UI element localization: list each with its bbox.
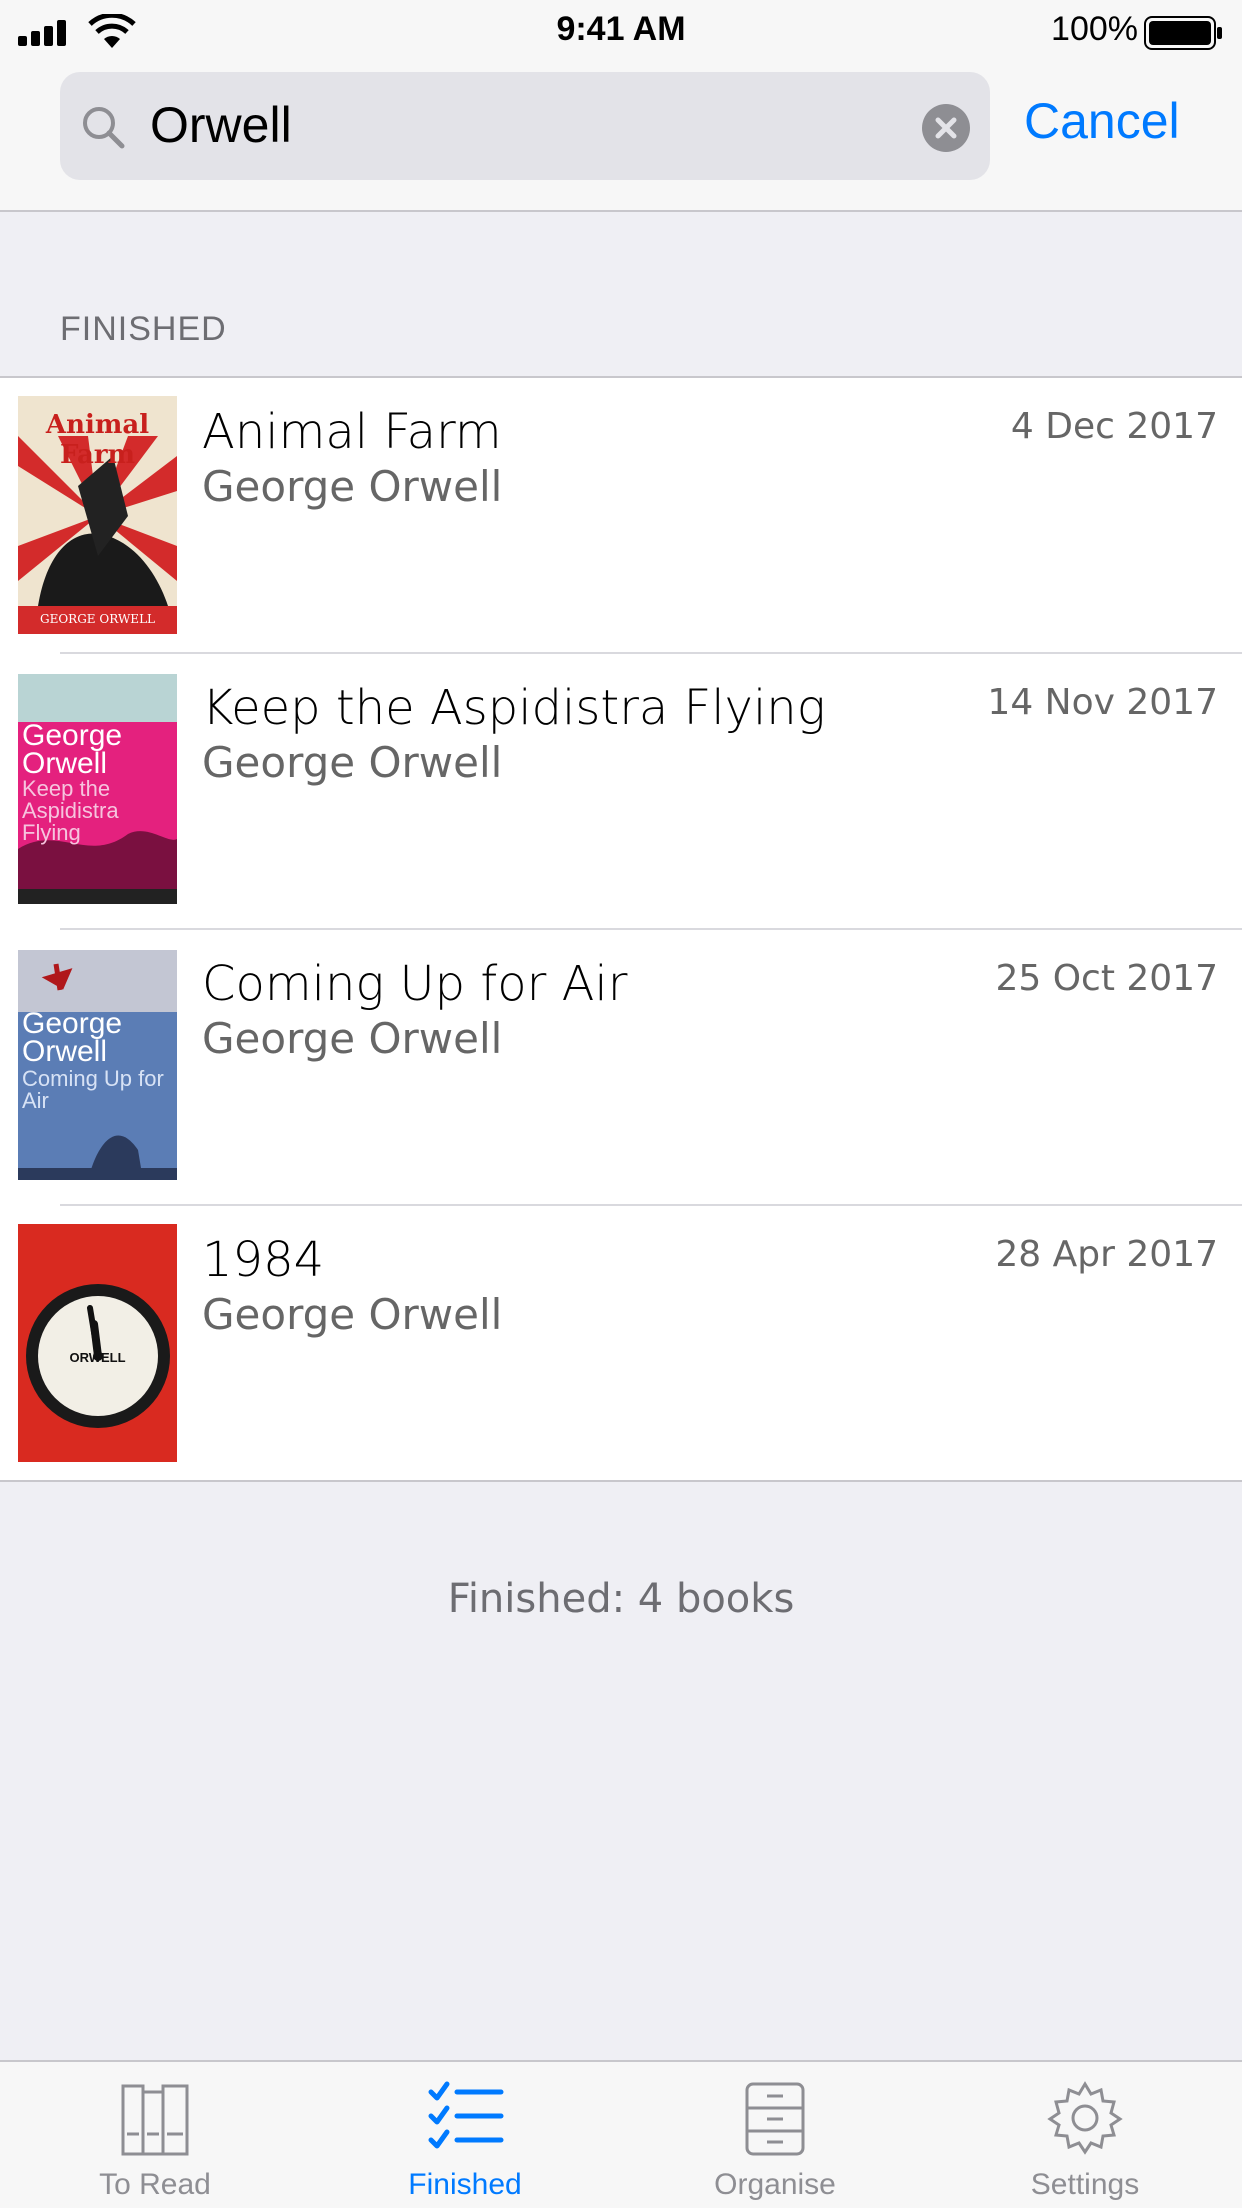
gear-icon [1047, 2081, 1123, 2155]
cancel-button[interactable]: Cancel [1024, 92, 1180, 150]
cover-subtitle: Keep the Aspidistra Flying [22, 776, 119, 845]
section-header: FINISHED [60, 310, 227, 348]
clear-search-button[interactable] [922, 104, 970, 152]
tab-bar: To Read Finished Organise Settings [0, 2060, 1242, 2208]
book-cover: Animal Farm GEORGE ORWELL [18, 396, 177, 634]
book-row[interactable]: Animal Farm GEORGE ORWELL Animal Farm Ge… [0, 378, 1242, 654]
close-icon [935, 117, 957, 139]
book-cover: George Orwell Coming Up for Air [18, 950, 177, 1180]
cover-title: ORWELL [69, 1350, 126, 1365]
battery-percent: 100% [1051, 10, 1138, 48]
cover-author: GEORGE ORWELL [39, 612, 156, 626]
tab-label: Organise [714, 2168, 836, 2201]
cover-title: George Orwell [22, 1007, 123, 1068]
tab-settings[interactable]: Settings [930, 2062, 1240, 2208]
cover-subtitle: Coming Up for Air [22, 1066, 164, 1113]
status-bar: 9:41 AM 100% [0, 0, 1242, 62]
search-icon [83, 107, 125, 149]
book-title: 1984 [202, 1232, 325, 1288]
book-cover: ORWELL [18, 1224, 177, 1462]
tab-label: Settings [1030, 2168, 1140, 2201]
tab-organise[interactable]: Organise [620, 2062, 930, 2208]
book-author: George Orwell [202, 462, 503, 511]
tab-label: To Read [99, 2168, 211, 2201]
cover-title: Animal Farm [45, 410, 150, 470]
book-title: Coming Up for Air [202, 956, 628, 1012]
tab-to-read[interactable]: To Read [0, 2062, 310, 2208]
book-date: 4 Dec 2017 [1010, 406, 1218, 447]
filing-cabinet-icon [745, 2082, 805, 2156]
book-date: 28 Apr 2017 [995, 1234, 1218, 1275]
search-input[interactable]: Orwell [150, 96, 292, 154]
clock-cover-art [18, 1224, 177, 1462]
cover-title: George Orwell [22, 719, 123, 780]
battery-icon [1144, 16, 1222, 50]
book-title: Keep the Aspidistra Flying [202, 680, 826, 736]
search-header: Orwell Cancel [0, 62, 1242, 212]
book-list: Animal Farm GEORGE ORWELL Animal Farm Ge… [0, 376, 1242, 1482]
tab-label: Finished [408, 2168, 522, 2201]
search-field[interactable]: Orwell [60, 72, 990, 180]
book-cover: George Orwell Keep the Aspidistra Flying [18, 674, 177, 904]
book-row[interactable]: George Orwell Coming Up for Air Coming U… [0, 930, 1242, 1206]
book-title: Animal Farm [202, 404, 502, 460]
checklist-icon [428, 2081, 504, 2149]
book-date: 25 Oct 2017 [995, 958, 1218, 999]
book-date: 14 Nov 2017 [987, 682, 1218, 723]
bookshelf-icon [121, 2084, 189, 2156]
book-author: George Orwell [202, 1014, 503, 1063]
book-author: George Orwell [202, 1290, 503, 1339]
book-row[interactable]: ORWELL 1984 George Orwell 28 Apr 2017 [0, 1206, 1242, 1482]
book-author: George Orwell [202, 738, 503, 787]
book-row[interactable]: George Orwell Keep the Aspidistra Flying… [0, 654, 1242, 930]
book-count-footer: Finished: 4 books [447, 1576, 795, 1622]
tab-finished[interactable]: Finished [310, 2062, 620, 2208]
